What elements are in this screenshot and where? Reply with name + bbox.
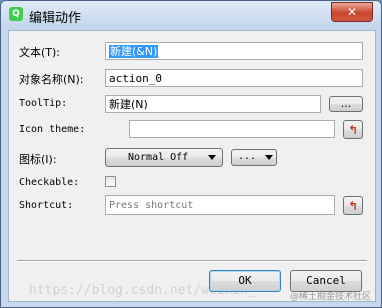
- icon-theme-input[interactable]: [129, 120, 335, 138]
- object-name-label: 对象名称(N):: [19, 73, 84, 86]
- ok-button[interactable]: OK: [209, 270, 281, 292]
- reset-icon: ↰: [347, 123, 359, 137]
- icon-theme-label: Icon theme:: [19, 124, 86, 135]
- tooltip-input[interactable]: 新建(N): [105, 95, 321, 113]
- icon-mode-dropdown[interactable]: Normal Off: [105, 148, 223, 167]
- object-name-input[interactable]: action_0: [105, 69, 363, 87]
- chevron-down-icon: [265, 155, 273, 160]
- shortcut-placeholder: Press shortcut: [109, 200, 194, 211]
- icon-more-label: ...: [238, 151, 257, 162]
- checkable-checkbox[interactable]: [105, 176, 116, 187]
- separator: [17, 260, 367, 262]
- shortcut-reset-button[interactable]: ↰: [343, 196, 363, 215]
- qt-icon: Q: [9, 7, 23, 21]
- checkable-label: Checkable:: [19, 177, 80, 188]
- icon-theme-reset-button[interactable]: ↰: [343, 120, 363, 139]
- close-icon: ✕: [346, 5, 358, 19]
- chevron-down-icon: [208, 155, 216, 160]
- tooltip-label: ToolTip:: [19, 98, 68, 109]
- dialog-body: 文本(T): 新建(&N) 对象名称(N): action_0 ToolTip:…: [8, 30, 376, 302]
- shortcut-label: Shortcut:: [19, 200, 74, 211]
- text-input[interactable]: 新建(&N): [105, 42, 363, 60]
- title-bar[interactable]: Q 编辑动作 ✕: [1, 1, 381, 29]
- shortcut-input[interactable]: Press shortcut: [105, 195, 335, 215]
- text-label: 文本(T):: [19, 46, 61, 59]
- tooltip-browse-button[interactable]: ...: [329, 96, 363, 112]
- cancel-button[interactable]: Cancel: [290, 270, 362, 292]
- dialog-window: Q 编辑动作 ✕ 文本(T): 新建(&N) 对象名称(N): action_0…: [0, 0, 382, 308]
- icon-mode-value: Normal Off: [128, 152, 189, 163]
- icon-more-dropdown[interactable]: ...: [231, 149, 277, 166]
- reset-icon: ↰: [347, 199, 359, 213]
- icon-label: 图标(I):: [19, 153, 57, 166]
- close-button[interactable]: ✕: [331, 2, 373, 22]
- text-input-selected-value: 新建(&N): [109, 45, 159, 58]
- window-title: 编辑动作: [29, 11, 82, 26]
